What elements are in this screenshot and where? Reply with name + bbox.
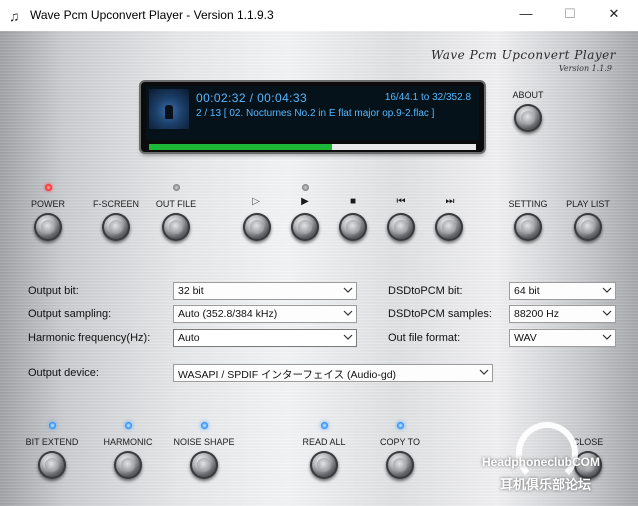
maximize-button[interactable]: ☐ xyxy=(556,6,584,24)
progress-fill xyxy=(149,144,333,150)
watermark: HeadphoneclubCOM 耳机俱乐部论坛 xyxy=(482,418,638,506)
chevron-down-icon xyxy=(602,334,612,340)
music-note-icon: ♫ xyxy=(9,8,20,24)
out-file-format-select[interactable]: WAV xyxy=(509,329,616,347)
outfile-button[interactable] xyxy=(162,213,190,241)
chevron-down-icon xyxy=(343,334,353,340)
read-all-button[interactable] xyxy=(310,451,338,479)
stop-icon: ■ xyxy=(349,196,357,207)
output-bit-select[interactable]: 32 bit xyxy=(173,282,357,300)
playlist-label: PLAY LIST xyxy=(566,199,610,209)
app-window: ♫ Wave Pcm Upconvert Player - Version 1.… xyxy=(0,0,638,506)
setting-button[interactable] xyxy=(514,213,542,241)
harmonic-frequency-combo[interactable]: Auto xyxy=(173,329,357,347)
album-art xyxy=(149,89,189,129)
out-file-format-label: Out file format: xyxy=(388,332,461,344)
dsd-samples-select[interactable]: 88200 Hz xyxy=(509,305,616,323)
power-button[interactable] xyxy=(34,213,62,241)
dsd-bit-label: DSDtoPCM bit: xyxy=(388,285,463,297)
play-pause-icon: ▷ xyxy=(252,196,260,207)
play-led xyxy=(302,184,309,191)
output-bit-label: Output bit: xyxy=(28,285,79,297)
previous-button[interactable] xyxy=(387,213,415,241)
watermark-line2: 耳机俱乐部论坛 xyxy=(500,477,592,492)
chevron-down-icon xyxy=(479,369,489,375)
power-led xyxy=(45,184,52,191)
chevron-down-icon xyxy=(602,310,612,316)
chevron-down-icon xyxy=(343,287,353,293)
close-window-button[interactable]: ✕ xyxy=(600,6,628,24)
rate-readout: 16/44.1 to 32/352.8 xyxy=(384,92,471,103)
output-device-select[interactable]: WASAPI / SPDIF インターフェイス (Audio-gd) xyxy=(173,364,493,382)
outfile-led xyxy=(173,184,180,191)
brand-name: Wave Pcm Upconvert Player xyxy=(430,48,616,62)
dsd-bit-select[interactable]: 64 bit xyxy=(509,282,616,300)
noise-shape-led xyxy=(201,422,208,429)
output-sampling-label: Output sampling: xyxy=(28,308,112,320)
bit-extend-button[interactable] xyxy=(38,451,66,479)
noise-shape-label: NOISE SHAPE xyxy=(173,437,235,447)
dsd-samples-label: DSDtoPCM samples: xyxy=(388,308,492,320)
lcd-display: 00:02:32 / 00:04:33 16/44.1 to 32/352.8 … xyxy=(141,82,484,152)
bit-extend-label: BIT EXTEND xyxy=(25,437,79,447)
power-label: POWER xyxy=(30,199,65,209)
about-button[interactable] xyxy=(514,104,542,132)
noise-shape-button[interactable] xyxy=(190,451,218,479)
watermark-line1: HeadphoneclubCOM xyxy=(482,455,601,469)
outfile-label: OUT FILE xyxy=(155,199,197,209)
about-label: ABOUT xyxy=(512,90,544,100)
time-readout: 00:02:32 / 00:04:33 xyxy=(196,91,308,105)
window-title: Wave Pcm Upconvert Player - Version 1.1.… xyxy=(30,8,274,22)
progress-bar[interactable] xyxy=(149,144,476,150)
chevron-down-icon xyxy=(602,287,612,293)
harmonic-label: HARMONIC xyxy=(103,437,153,447)
playlist-button[interactable] xyxy=(574,213,602,241)
next-button[interactable] xyxy=(435,213,463,241)
track-info: 2 / 13 [ 02. Nocturnes No.2 in E flat ma… xyxy=(196,108,435,119)
next-icon: ⏭ xyxy=(445,196,455,207)
play-icon: ▶ xyxy=(301,196,309,207)
harmonic-frequency-label: Harmonic frequency(Hz): xyxy=(28,332,151,344)
output-sampling-select[interactable]: Auto (352.8/384 kHz) xyxy=(173,305,357,323)
copy-to-button[interactable] xyxy=(386,451,414,479)
output-device-label: Output device: xyxy=(28,367,99,379)
copy-to-label: COPY TO xyxy=(379,437,421,447)
minimize-button[interactable]: — xyxy=(512,6,540,24)
play-button[interactable] xyxy=(291,213,319,241)
fscreen-button[interactable] xyxy=(102,213,130,241)
harmonic-led xyxy=(125,422,132,429)
read-all-label: READ ALL xyxy=(302,437,346,447)
play-pause-button[interactable] xyxy=(243,213,271,241)
harmonic-button[interactable] xyxy=(114,451,142,479)
stop-button[interactable] xyxy=(339,213,367,241)
display-screen: 00:02:32 / 00:04:33 16/44.1 to 32/352.8 … xyxy=(146,86,479,140)
read-all-led xyxy=(321,422,328,429)
chevron-down-icon xyxy=(343,310,353,316)
bit-extend-led xyxy=(49,422,56,429)
copy-to-led xyxy=(397,422,404,429)
brand-version: Version 1.1.9 xyxy=(558,64,612,73)
previous-icon: ⏮ xyxy=(396,196,406,207)
title-bar: ♫ Wave Pcm Upconvert Player - Version 1.… xyxy=(0,0,638,31)
